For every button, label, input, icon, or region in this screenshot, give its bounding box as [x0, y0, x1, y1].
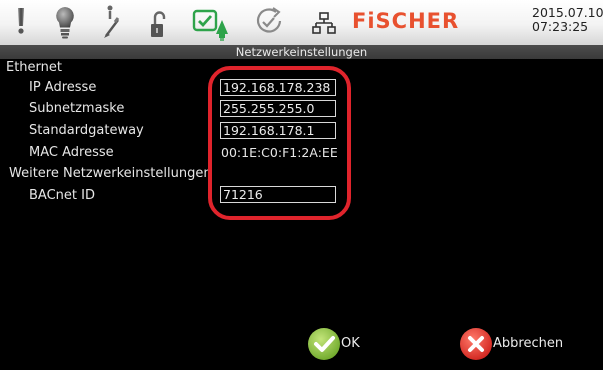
alert-icon[interactable]: [12, 2, 30, 42]
toolbar: FiSCHER 2015.07.10 07:23:25: [0, 0, 603, 45]
subnet-mask-label: Subnetzmaske: [29, 101, 125, 116]
date-display: 2015.07.10: [532, 5, 603, 20]
cancel-label: Abbrechen: [493, 336, 564, 351]
service-tool-icon[interactable]: [101, 2, 121, 42]
brand-logo: FiSCHER: [352, 9, 460, 33]
lightbulb-icon[interactable]: [52, 2, 78, 42]
mac-address-label: MAC Adresse: [29, 145, 114, 160]
close-icon: [460, 328, 492, 360]
section-further-settings: Weitere Netzwerkeinstellungen: [9, 166, 212, 181]
ok-label: OK: [341, 336, 360, 351]
section-ethernet: Ethernet: [6, 60, 62, 75]
datetime: 2015.07.10 07:23:25: [532, 5, 603, 34]
bacnet-id-label: BACnet ID: [29, 188, 95, 203]
ip-address-label: IP Adresse: [29, 80, 97, 95]
power-check-icon[interactable]: [190, 2, 232, 42]
ok-button[interactable]: OK: [307, 327, 367, 361]
gateway-label: Standardgateway: [29, 123, 144, 138]
cancel-button[interactable]: Abbrechen: [459, 327, 574, 361]
check-icon: [308, 328, 340, 360]
unlock-icon[interactable]: [147, 2, 169, 42]
device-screen: FiSCHER 2015.07.10 07:23:25 Netzwerkeins…: [0, 0, 603, 370]
refresh-icon[interactable]: [252, 2, 286, 42]
highlight-outline: [208, 66, 351, 220]
time-display: 07:23:25: [532, 19, 589, 34]
network-icon[interactable]: [312, 2, 336, 42]
page-title: Netzwerkeinstellungen: [0, 45, 603, 59]
